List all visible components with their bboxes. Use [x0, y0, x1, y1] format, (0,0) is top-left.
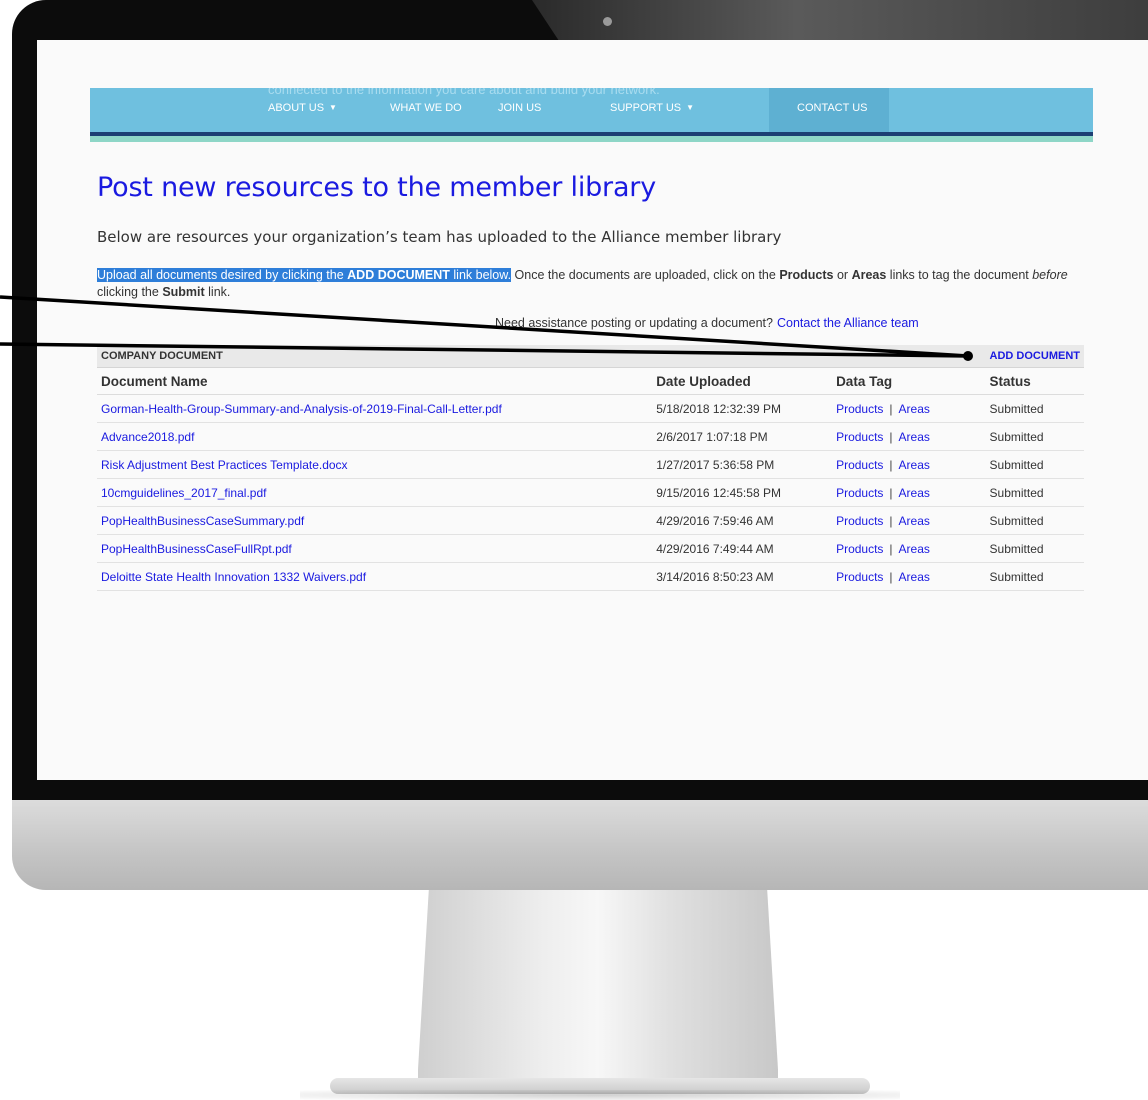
assistance-text: Need assistance posting or updating a do…: [495, 316, 773, 330]
table-header: Document Name Date Uploaded Data Tag Sta…: [97, 367, 1084, 395]
document-link[interactable]: Gorman-Health-Group-Summary-and-Analysis…: [101, 402, 502, 416]
data-tag-cell: Products | Areas: [832, 562, 986, 591]
contact-alliance-link[interactable]: Contact the Alliance team: [777, 316, 919, 330]
header-date-uploaded: Date Uploaded: [652, 367, 833, 395]
page-subtitle: Below are resources your organization’s …: [97, 228, 782, 246]
tag-separator: |: [889, 429, 893, 444]
company-document-label: COMPANY DOCUMENT: [97, 345, 986, 368]
areas-tag-link[interactable]: Areas: [899, 458, 930, 472]
data-tag-cell: Products | Areas: [832, 534, 986, 563]
document-link[interactable]: Risk Adjustment Best Practices Template.…: [101, 458, 348, 472]
status-cell: Submitted: [985, 450, 1084, 479]
nav-contact-us[interactable]: CONTACT US: [769, 88, 889, 132]
data-tag-cell: Products | Areas: [832, 394, 986, 423]
document-link[interactable]: PopHealthBusinessCaseFullRpt.pdf: [101, 542, 292, 556]
tag-separator: |: [889, 401, 893, 416]
status-cell: Submitted: [985, 562, 1084, 591]
tag-separator: |: [889, 485, 893, 500]
upload-instructions: Upload all documents desired by clicking…: [97, 268, 1068, 299]
date-uploaded-cell: 9/15/2016 12:45:58 PM: [652, 478, 833, 507]
data-tag-cell: Products | Areas: [832, 478, 986, 507]
date-uploaded-cell: 5/18/2018 12:32:39 PM: [652, 394, 833, 423]
table-row: Gorman-Health-Group-Summary-and-Analysis…: [97, 394, 1084, 423]
site-tagline: connected to the information you care ab…: [268, 88, 660, 97]
tag-separator: |: [889, 457, 893, 472]
monitor-chin: [12, 800, 1148, 890]
add-document-link[interactable]: ADD DOCUMENT: [985, 345, 1084, 368]
nav-join-us[interactable]: JOIN US: [498, 102, 541, 114]
data-tag-cell: Products | Areas: [832, 450, 986, 479]
products-tag-link[interactable]: Products: [836, 486, 883, 500]
monitor-screen: connected to the information you care ab…: [37, 40, 1148, 780]
header-document-name: Document Name: [97, 367, 653, 395]
date-uploaded-cell: 4/29/2016 7:59:46 AM: [652, 506, 833, 535]
document-link[interactable]: 10cmguidelines_2017_final.pdf: [101, 486, 266, 500]
stand-shadow: [300, 1090, 900, 1100]
nav-support-us[interactable]: SUPPORT US ▼: [610, 102, 694, 114]
date-uploaded-cell: 2/6/2017 1:07:18 PM: [652, 422, 833, 451]
header-status: Status: [985, 367, 1084, 395]
nav-what-we-do[interactable]: WHAT WE DO: [390, 102, 462, 114]
highlighted-instruction: Upload all documents desired by clicking…: [97, 268, 512, 282]
data-tag-cell: Products | Areas: [832, 506, 986, 535]
status-cell: Submitted: [985, 506, 1084, 535]
status-cell: Submitted: [985, 478, 1084, 507]
dropdown-arrow-icon: ▼: [329, 103, 337, 112]
nav-about-us[interactable]: ABOUT US ▼: [268, 102, 337, 114]
dropdown-arrow-icon: ▼: [686, 103, 695, 112]
document-name-cell: Gorman-Health-Group-Summary-and-Analysis…: [97, 394, 653, 423]
products-tag-link[interactable]: Products: [836, 430, 883, 444]
products-tag-link[interactable]: Products: [836, 542, 883, 556]
table-row: PopHealthBusinessCaseFullRpt.pdf 4/29/201…: [97, 534, 1084, 563]
table-row: Deloitte State Health Innovation 1332 Wa…: [97, 562, 1084, 591]
assistance-line: Need assistance posting or updating a do…: [495, 316, 919, 330]
tag-separator: |: [889, 541, 893, 556]
documents-table: COMPANY DOCUMENT ADD DOCUMENT Document N…: [97, 345, 1084, 591]
areas-tag-link[interactable]: Areas: [899, 402, 930, 416]
table-row: 10cmguidelines_2017_final.pdf 9/15/2016 1…: [97, 478, 1084, 507]
top-navbar: connected to the information you care ab…: [90, 88, 1093, 132]
date-uploaded-cell: 3/14/2016 8:50:23 AM: [652, 562, 833, 591]
table-row: Risk Adjustment Best Practices Template.…: [97, 450, 1084, 479]
products-tag-link[interactable]: Products: [836, 514, 883, 528]
document-name-cell: 10cmguidelines_2017_final.pdf: [97, 478, 653, 507]
table-toolbar: COMPANY DOCUMENT ADD DOCUMENT: [97, 345, 1084, 368]
status-cell: Submitted: [985, 394, 1084, 423]
document-link[interactable]: PopHealthBusinessCaseSummary.pdf: [101, 514, 304, 528]
products-tag-link[interactable]: Products: [836, 458, 883, 472]
status-cell: Submitted: [985, 422, 1084, 451]
status-cell: Submitted: [985, 534, 1084, 563]
header-data-tag: Data Tag: [832, 367, 986, 395]
document-name-cell: Deloitte State Health Innovation 1332 Wa…: [97, 562, 653, 591]
tag-separator: |: [889, 513, 893, 528]
page-title: Post new resources to the member library: [97, 172, 656, 203]
products-tag-link[interactable]: Products: [836, 402, 883, 416]
camera-dot: [603, 17, 612, 26]
areas-tag-link[interactable]: Areas: [899, 430, 930, 444]
document-link[interactable]: Deloitte State Health Innovation 1332 Wa…: [101, 570, 366, 584]
areas-tag-link[interactable]: Areas: [899, 542, 930, 556]
table-row: PopHealthBusinessCaseSummary.pdf 4/29/201…: [97, 506, 1084, 535]
areas-tag-link[interactable]: Areas: [899, 486, 930, 500]
document-name-cell: PopHealthBusinessCaseSummary.pdf: [97, 506, 653, 535]
areas-tag-link[interactable]: Areas: [899, 570, 930, 584]
document-name-cell: PopHealthBusinessCaseFullRpt.pdf: [97, 534, 653, 563]
areas-tag-link[interactable]: Areas: [899, 514, 930, 528]
monitor-stand: [418, 890, 778, 1085]
date-uploaded-cell: 1/27/2017 5:36:58 PM: [652, 450, 833, 479]
document-name-cell: Risk Adjustment Best Practices Template.…: [97, 450, 653, 479]
document-name-cell: Advance2018.pdf: [97, 422, 653, 451]
table-row: Advance2018.pdf 2/6/2017 1:07:18 PM Produc…: [97, 422, 1084, 451]
tag-separator: |: [889, 569, 893, 584]
date-uploaded-cell: 4/29/2016 7:49:44 AM: [652, 534, 833, 563]
bezel-gloss: [532, 0, 1148, 40]
nav-divider-teal: [90, 136, 1093, 142]
data-tag-cell: Products | Areas: [832, 422, 986, 451]
products-tag-link[interactable]: Products: [836, 570, 883, 584]
document-link[interactable]: Advance2018.pdf: [101, 430, 194, 444]
